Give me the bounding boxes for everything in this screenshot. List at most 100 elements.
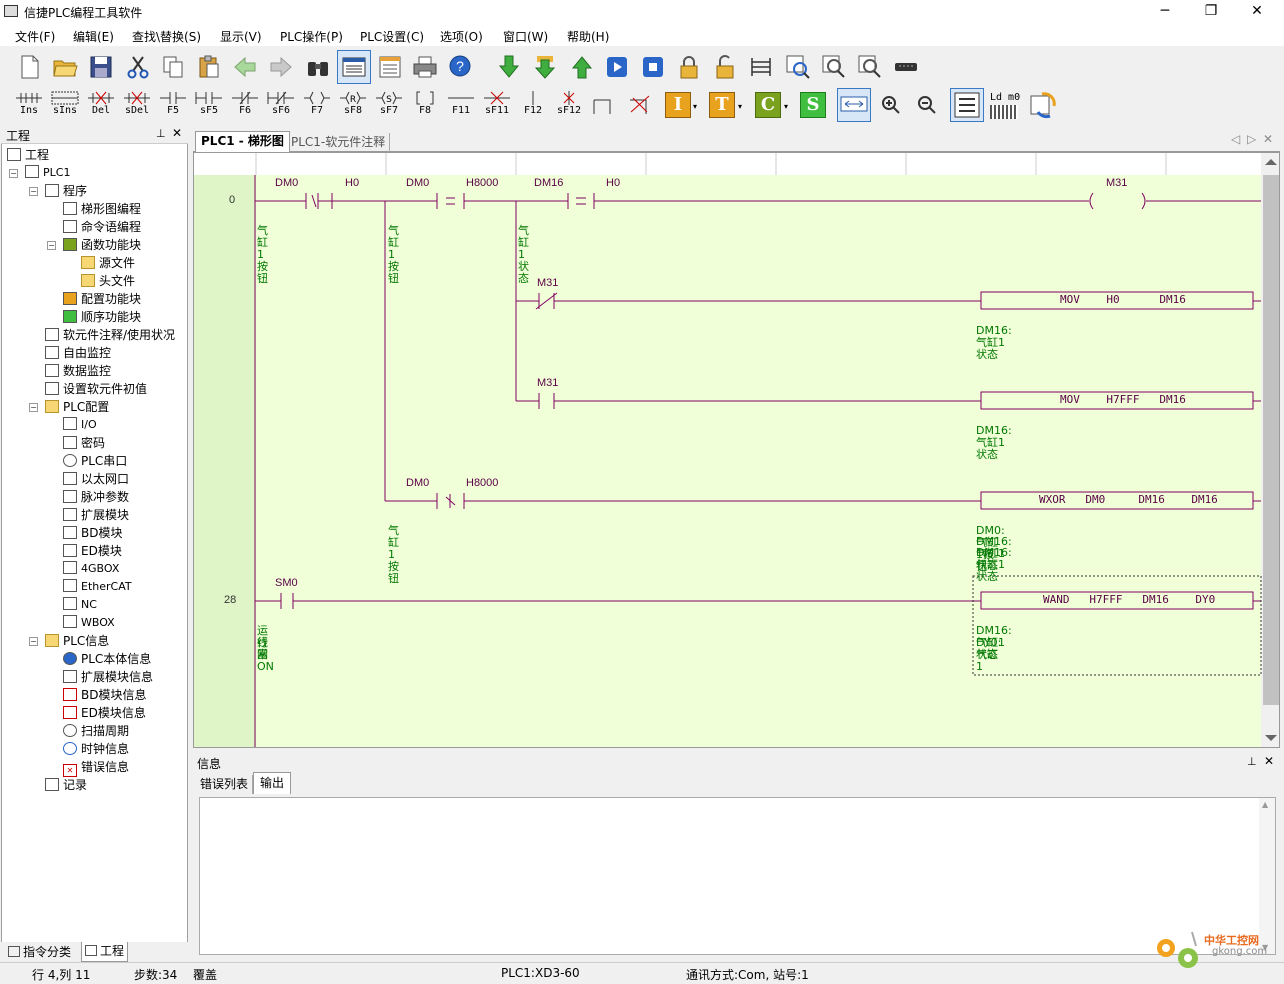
delete-horizontal-line-button[interactable]: sF11: [480, 90, 514, 122]
menu-window[interactable]: 窗口(W): [503, 28, 548, 45]
scroll-up-icon[interactable]: ▲: [1262, 800, 1268, 809]
contact-label[interactable]: H8000: [466, 477, 498, 489]
list-mode-icon[interactable]: [990, 105, 1018, 119]
tree-item-sequence-block[interactable]: 顺序功能块: [63, 309, 141, 325]
tree-item-plc-body-info[interactable]: PLC本体信息: [63, 651, 151, 667]
contact-label[interactable]: M31: [537, 277, 558, 289]
menu-plc-settings[interactable]: PLC设置(C): [360, 28, 424, 45]
tree-item-pulse-params[interactable]: 脉冲参数: [63, 489, 129, 505]
chevron-down-icon[interactable]: ▾: [738, 102, 742, 111]
nc-contact-button[interactable]: F6: [228, 90, 262, 122]
delete-vertical-line-button[interactable]: sF12: [552, 90, 586, 122]
tab-close-icon[interactable]: ✕: [1263, 132, 1273, 146]
copy-icon[interactable]: [160, 54, 186, 80]
contact-label[interactable]: H0: [345, 177, 359, 189]
zoom-out-icon[interactable]: [916, 94, 938, 116]
close-button[interactable]: ✕: [1234, 0, 1280, 24]
ladder-mode-toggle[interactable]: [950, 88, 984, 122]
tab-error-list[interactable]: 错误列表: [196, 775, 254, 794]
tree-item-source-files[interactable]: 源文件: [81, 255, 135, 271]
cut-icon[interactable]: [125, 54, 151, 80]
collapse-icon[interactable]: −: [47, 241, 56, 250]
tree-item-expansion-info[interactable]: 扩展模块信息: [63, 669, 153, 685]
instruction-text[interactable]: WAND H7FFF DM16 DY0: [1043, 593, 1215, 606]
instruction-text[interactable]: WXOR DM0 DM16 DM16: [1039, 493, 1218, 506]
contact-label[interactable]: DM16: [534, 177, 563, 189]
tree-item-header-files[interactable]: 头文件: [81, 273, 135, 289]
tree-item-4gbox[interactable]: 4GBOX: [63, 561, 119, 577]
tree-item-record[interactable]: 记录: [45, 777, 87, 793]
tree-item-error-info[interactable]: ✕ 错误信息: [63, 759, 129, 777]
menu-find-replace[interactable]: 查找\替换(S): [132, 28, 201, 45]
lock-icon[interactable]: [676, 54, 702, 80]
tree-item-plc-info[interactable]: PLC信息: [45, 633, 109, 649]
instruction-text[interactable]: MOV H7FFF DM16: [1060, 393, 1186, 406]
set-coil-button[interactable]: SsF7: [372, 90, 406, 122]
unlock-icon[interactable]: [712, 54, 738, 80]
chevron-down-icon[interactable]: ▾: [784, 102, 788, 111]
tree-item-ethercat[interactable]: EtherCAT: [63, 579, 132, 595]
tree-item-project[interactable]: 工程: [7, 147, 49, 163]
tree-item-program[interactable]: 程序: [45, 183, 87, 199]
delete-branch-icon[interactable]: [627, 94, 653, 116]
tree-item-bd-module[interactable]: BD模块: [63, 525, 122, 541]
function-block-c-icon[interactable]: C: [755, 92, 781, 118]
horizontal-line-button[interactable]: F11: [444, 90, 478, 122]
contact-label[interactable]: DM0: [406, 477, 429, 489]
contact-label[interactable]: H8000: [466, 177, 498, 189]
tree-item-password[interactable]: 密码: [63, 435, 105, 451]
branch-icon[interactable]: [591, 94, 617, 116]
tree-item-data-monitor[interactable]: 数据监控: [45, 363, 111, 379]
close-icon[interactable]: ✕: [172, 126, 182, 140]
paste-icon[interactable]: [196, 54, 222, 80]
parallel-nc-contact-button[interactable]: sF6: [264, 90, 298, 122]
tree-item-clock-info[interactable]: 时钟信息: [63, 741, 129, 757]
tab-scroll-right-icon[interactable]: ▷: [1247, 132, 1256, 146]
no-contact-button[interactable]: F5: [156, 90, 190, 122]
coil-label[interactable]: M31: [1106, 177, 1127, 189]
tree-item-io[interactable]: I/O: [63, 417, 97, 433]
multi-zoom-icon[interactable]: [857, 54, 883, 80]
tab-device-comments[interactable]: PLC1-软元件注释: [287, 133, 391, 152]
delete-column-button[interactable]: sDel: [120, 90, 154, 122]
tree-item-bd-info[interactable]: BD模块信息: [63, 687, 146, 703]
tree-item-ladder-programming[interactable]: 梯形图编程: [63, 201, 141, 217]
tree-item-initial-values[interactable]: 设置软元件初值: [45, 381, 147, 397]
vertical-line-button[interactable]: F12: [516, 90, 550, 122]
menu-options[interactable]: 选项(O): [440, 28, 483, 45]
tab-scroll-left-icon[interactable]: ◁: [1231, 132, 1240, 146]
contact-label[interactable]: SM0: [275, 577, 298, 589]
tab-output[interactable]: 输出: [253, 772, 292, 794]
collapse-icon[interactable]: −: [29, 187, 38, 196]
delete-row-button[interactable]: Del: [84, 90, 118, 122]
tab-ladder-diagram[interactable]: PLC1 - 梯形图: [195, 131, 290, 152]
tree-item-plc-config[interactable]: PLC配置: [45, 399, 109, 415]
sequence-s-icon[interactable]: S: [800, 92, 826, 118]
tree-item-free-monitor[interactable]: 自由监控: [45, 345, 111, 361]
list-window-icon[interactable]: [377, 54, 403, 80]
save-icon[interactable]: [88, 54, 114, 80]
back-arrow-icon[interactable]: [232, 54, 258, 80]
forward-arrow-icon[interactable]: [268, 54, 294, 80]
stop-icon[interactable]: [640, 54, 666, 80]
insert-row-button[interactable]: Ins: [12, 90, 46, 122]
tree-item-expansion-module[interactable]: 扩展模块: [63, 507, 129, 523]
run-icon[interactable]: [604, 54, 630, 80]
ladder-editor[interactable]: 0 28 DM0 H0 DM0 H8000 DM16 H0 M31 M31 M3…: [193, 152, 1280, 748]
contact-label[interactable]: H0: [606, 177, 620, 189]
contact-label[interactable]: M31: [537, 377, 558, 389]
vertical-scrollbar[interactable]: [1263, 175, 1279, 705]
instruction-i-icon[interactable]: I: [665, 92, 691, 118]
tab-instruction-category[interactable]: 指令分类: [5, 943, 74, 961]
download-all-icon[interactable]: [532, 54, 558, 80]
tree-item-nc[interactable]: NC: [63, 597, 97, 613]
find-zoom-icon[interactable]: [821, 54, 847, 80]
reset-coil-button[interactable]: RsF8: [336, 90, 370, 122]
help-icon[interactable]: ?: [448, 54, 474, 80]
coil-button[interactable]: F7: [300, 90, 334, 122]
menu-view[interactable]: 显示(V): [220, 28, 262, 45]
minimize-button[interactable]: ─: [1142, 0, 1188, 24]
chevron-down-icon[interactable]: ▾: [693, 102, 697, 111]
instruction-t-icon[interactable]: T: [709, 92, 735, 118]
instruction-text[interactable]: MOV H0 DM16: [1060, 293, 1186, 306]
